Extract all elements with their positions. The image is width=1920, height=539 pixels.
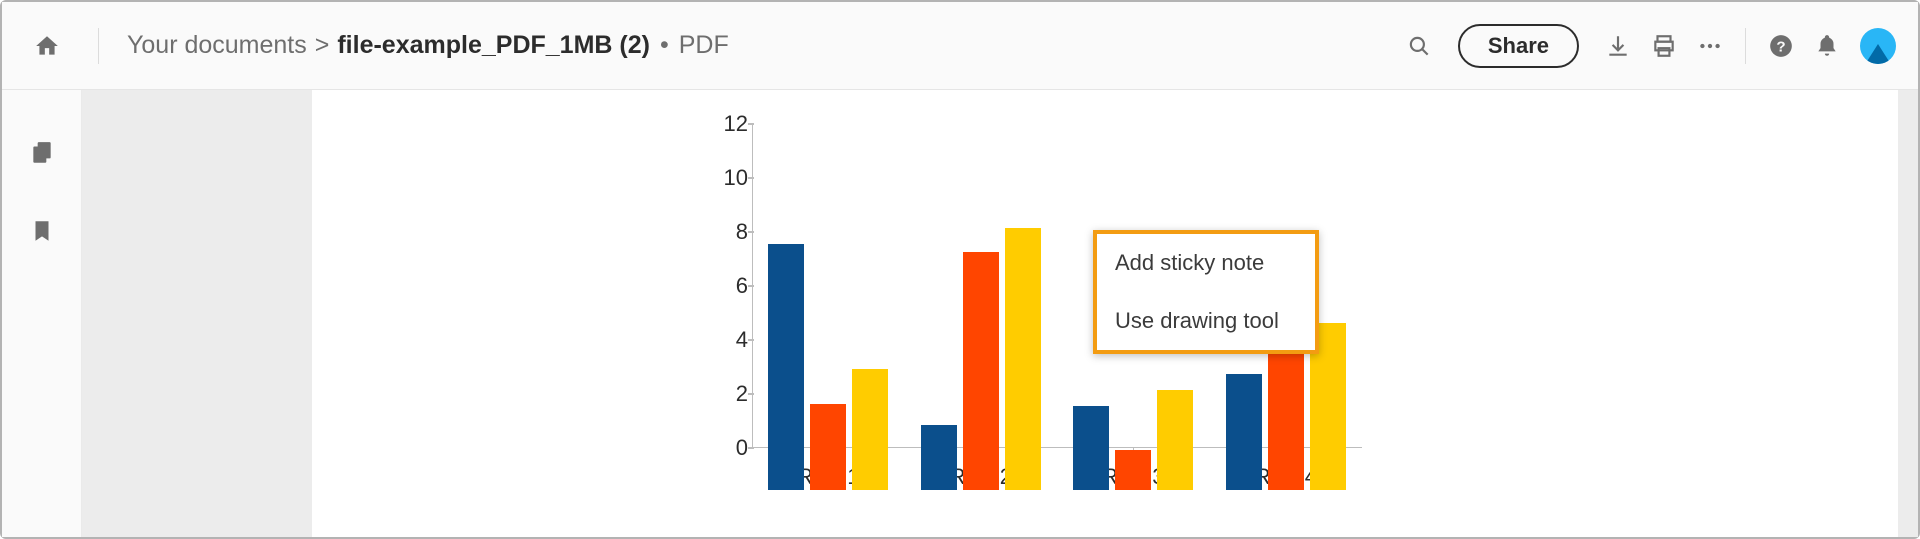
topbar-divider [98,28,99,64]
y-tick [748,123,754,125]
left-rail [2,90,82,537]
context-menu-item-drawing-tool[interactable]: Use drawing tool [1097,292,1315,350]
chart-bar [1073,406,1109,490]
breadcrumb-filename: file-example_PDF_1MB (2) [337,31,650,60]
y-tick-label: 10 [708,165,748,191]
y-tick [748,177,754,179]
y-tick [748,393,754,395]
share-button-label: Share [1488,33,1549,59]
home-icon[interactable] [24,23,70,69]
y-tick [748,447,754,449]
bookmark-icon[interactable] [19,208,65,254]
y-tick-label: 12 [708,111,748,137]
chart-bar [852,369,888,491]
y-tick [748,285,754,287]
chart-bar [1005,228,1041,490]
breadcrumb: Your documents > file-example_PDF_1MB (2… [127,31,729,60]
thumbnails-icon[interactable] [19,130,65,176]
y-tick-label: 6 [708,273,748,299]
chart-bar [768,244,804,490]
chart-bar [1115,450,1151,491]
app-frame: Your documents > file-example_PDF_1MB (2… [0,0,1920,539]
chart-bar [1157,390,1193,490]
chart-bar [963,252,999,490]
topbar-actions: Share ? [1396,23,1896,69]
workspace: 024681012Row 1Row 2Row 3Row 4 Add sticky… [82,90,1918,537]
context-menu: Add sticky note Use drawing tool [1093,230,1319,354]
pdf-page[interactable]: 024681012Row 1Row 2Row 3Row 4 Add sticky… [312,90,1898,537]
breadcrumb-ext: PDF [679,31,729,60]
y-tick-label: 4 [708,327,748,353]
breadcrumb-parent[interactable]: Your documents [127,31,307,60]
context-menu-item-sticky-note[interactable]: Add sticky note [1097,234,1315,292]
breadcrumb-separator: > [315,31,330,60]
topbar: Your documents > file-example_PDF_1MB (2… [2,2,1918,90]
chart-bar [1226,374,1262,490]
bell-icon[interactable] [1804,23,1850,69]
y-tick-label: 2 [708,381,748,407]
y-tick [748,339,754,341]
more-icon[interactable] [1687,23,1733,69]
svg-text:?: ? [1776,38,1785,55]
chart-bar [921,425,957,490]
y-tick-label: 8 [708,219,748,245]
avatar[interactable] [1860,28,1896,64]
y-tick-label: 0 [708,435,748,461]
topbar-divider-2 [1745,28,1746,64]
breadcrumb-dot: • [660,31,669,60]
share-button[interactable]: Share [1458,24,1579,68]
download-icon[interactable] [1595,23,1641,69]
help-icon[interactable]: ? [1758,23,1804,69]
print-icon[interactable] [1641,23,1687,69]
chart-bar [810,404,846,490]
search-icon[interactable] [1396,23,1442,69]
y-tick [748,231,754,233]
